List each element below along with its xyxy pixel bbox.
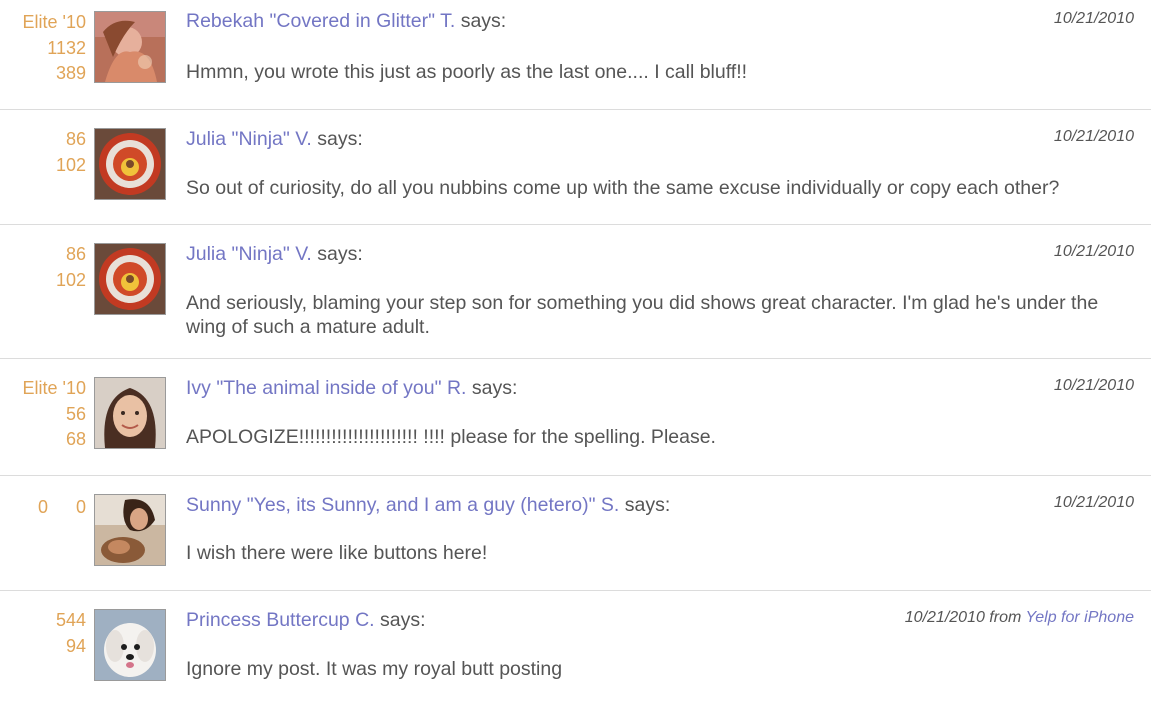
avatar[interactable] xyxy=(94,11,166,83)
friend-count: 544 xyxy=(55,610,86,630)
author-link[interactable]: Rebekah "Covered in Glitter" T. xyxy=(186,10,455,32)
date-text: 10/21/2010 xyxy=(1053,128,1134,145)
author-link[interactable]: Julia "Ninja" V. xyxy=(186,128,312,150)
post-date: 10/21/2010 xyxy=(1054,494,1134,512)
comment-body: Hmmn, you wrote this just as poorly as t… xyxy=(186,61,748,83)
avatar[interactable] xyxy=(94,609,166,681)
date-from-text: from xyxy=(984,609,1026,626)
date-text: 10/21/2010 xyxy=(1053,10,1134,27)
comment-body: Ignore my post. It was my royal butt pos… xyxy=(186,658,563,680)
source-link[interactable]: Yelp for iPhone xyxy=(1025,609,1134,626)
comment-body: I wish there were like buttons here! xyxy=(186,542,488,564)
user-stats: 00 xyxy=(0,495,86,521)
date-text: 10/21/2010 xyxy=(1053,377,1134,394)
user-stats: Elite '10 1132 389 xyxy=(0,10,86,87)
post-date: 10/21/2010 xyxy=(1054,377,1134,395)
avatar[interactable] xyxy=(94,128,166,200)
post-date: 10/21/2010 xyxy=(1054,243,1134,261)
author-line: Princess Buttercup C. says: xyxy=(186,609,426,632)
comment-body: And seriously, blaming your step son for… xyxy=(186,292,1099,338)
avatar-photo-icon xyxy=(95,244,165,314)
says-label: says: xyxy=(311,243,363,265)
comment-post: Elite '10 56 68 Ivy "The animal inside o… xyxy=(0,359,1151,476)
user-stats: 86 102 xyxy=(0,127,86,178)
user-stats: 86 102 xyxy=(0,242,86,293)
post-date: 10/21/2010 xyxy=(1054,128,1134,146)
avatar[interactable] xyxy=(94,494,166,566)
comment-thread: Elite '10 1132 389 Rebekah "Covered in G… xyxy=(0,0,1163,704)
avatar[interactable] xyxy=(94,243,166,315)
author-line: Rebekah "Covered in Glitter" T. says: xyxy=(186,10,506,33)
says-label: says: xyxy=(374,609,426,631)
author-line: Ivy "The animal inside of you" R. says: xyxy=(186,377,517,400)
elite-badge: Elite '10 xyxy=(22,12,86,32)
friend-count: 0 xyxy=(37,497,48,517)
says-label: says: xyxy=(619,494,671,516)
date-text: 10/21/2010 xyxy=(1053,243,1134,260)
says-label: says: xyxy=(466,377,518,399)
comment-post: 00 Sunny "Yes, its Sunny, and I am a guy… xyxy=(0,476,1151,591)
comment-post: 86 102 Julia "Ninja" V. says: 10/21/2010… xyxy=(0,225,1151,359)
post-date: 10/21/2010 xyxy=(1054,10,1134,28)
date-text: 10/21/2010 xyxy=(1053,494,1134,511)
avatar-photo-icon xyxy=(95,378,165,448)
avatar-photo-icon xyxy=(95,610,165,680)
author-link[interactable]: Ivy "The animal inside of you" R. xyxy=(186,377,466,399)
says-label: says: xyxy=(311,128,363,150)
author-line: Julia "Ninja" V. says: xyxy=(186,243,363,266)
author-link[interactable]: Sunny "Yes, its Sunny, and I am a guy (h… xyxy=(186,494,619,516)
friend-count: 1132 xyxy=(47,37,86,58)
avatar-photo-icon xyxy=(95,495,165,565)
says-label: says: xyxy=(455,10,507,32)
author-line: Julia "Ninja" V. says: xyxy=(186,128,363,151)
avatar-photo-icon xyxy=(95,12,165,82)
review-count: 102 xyxy=(55,269,86,290)
review-count: 94 xyxy=(65,635,86,656)
review-count: 102 xyxy=(55,154,86,175)
review-count: 0 xyxy=(75,497,86,517)
author-link[interactable]: Princess Buttercup C. xyxy=(186,609,375,631)
author-link[interactable]: Julia "Ninja" V. xyxy=(186,243,312,265)
elite-badge: Elite '10 xyxy=(22,378,86,398)
friend-count: 86 xyxy=(65,244,86,264)
friend-count: 56 xyxy=(65,403,86,424)
date-text: 10/21/2010 xyxy=(904,609,985,626)
avatar-photo-icon xyxy=(95,129,165,199)
author-line: Sunny "Yes, its Sunny, and I am a guy (h… xyxy=(186,494,670,517)
user-stats: Elite '10 56 68 xyxy=(0,376,86,453)
friend-count: 86 xyxy=(65,129,86,149)
avatar[interactable] xyxy=(94,377,166,449)
comment-post: Elite '10 1132 389 Rebekah "Covered in G… xyxy=(0,0,1151,110)
comment-post: 86 102 Julia "Ninja" V. says: 10/21/2010… xyxy=(0,110,1151,225)
comment-body: APOLOGIZE!!!!!!!!!!!!!!!!!!!!!! !!!! ple… xyxy=(186,426,716,448)
review-count: 389 xyxy=(55,63,86,83)
comment-post: 544 94 Princess Buttercup C. says: 10/21… xyxy=(0,591,1151,704)
review-count: 68 xyxy=(65,429,86,449)
comment-body: So out of curiosity, do all you nubbins … xyxy=(186,177,1060,199)
post-date: 10/21/2010 from Yelp for iPhone xyxy=(905,609,1134,627)
user-stats: 544 94 xyxy=(0,608,86,659)
